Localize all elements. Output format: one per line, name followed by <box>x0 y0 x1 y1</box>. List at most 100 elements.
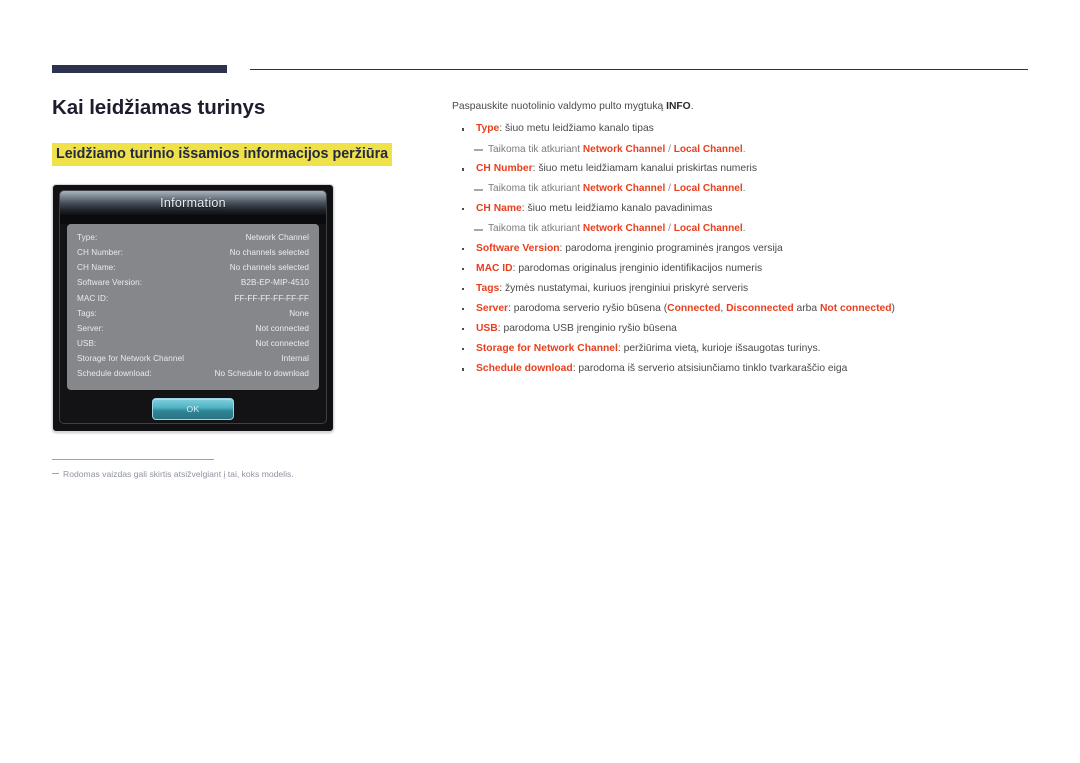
tv-info-row: Storage for Network Channel Internal <box>77 351 309 366</box>
subnote-prefix-text: Taikoma tik atkuriant <box>488 183 583 195</box>
bullet-term: Software Version <box>476 242 560 254</box>
tv-info-row-label: Tags: <box>77 308 97 318</box>
status-close-paren: ) <box>891 302 895 314</box>
subnote-suffix: . <box>742 183 746 195</box>
footnote-dash-icon <box>52 473 59 475</box>
intro-text-after: . <box>690 101 694 112</box>
tv-info-row: MAC ID: FF-FF-FF-FF-FF-FF <box>77 291 309 306</box>
bullet-description: : šiuo metu leidžiamam kanalui priskirta… <box>532 163 757 175</box>
right-column: Paspauskite nuotolinio valdymo pulto myg… <box>452 99 1042 379</box>
tv-info-row-value: Internal <box>281 353 309 363</box>
tv-info-row: CH Number: No channels selected <box>77 246 309 261</box>
bullet-term: Schedule download <box>476 363 573 375</box>
bullet-description: : parodoma įrenginio programinės įrangos… <box>559 242 783 254</box>
tv-dialog-title: Information <box>160 195 226 210</box>
feature-bullet-item: Software Version: parodoma įrenginio pro… <box>452 239 1042 259</box>
subnote-keyword-local-channel: Local Channel <box>673 223 743 235</box>
subnote-separator: / <box>665 143 674 155</box>
tv-info-row-value: Not connected <box>255 323 309 333</box>
tv-dialog-info-panel: Type: Network Channel CH Number: No channel… <box>67 223 319 390</box>
tv-info-row: USB: Not connected <box>77 336 309 351</box>
tv-dialog-frame: Information Type: Network Channel CH Numbe… <box>59 189 327 424</box>
bullet-square-icon <box>462 287 465 291</box>
tv-info-row-label: USB: <box>77 338 97 348</box>
tv-info-row-label: Server: <box>77 323 104 333</box>
header-rule-thin-line <box>250 69 1028 71</box>
bullet-description: : šiuo metu leidžiamo kanalo tipas <box>499 123 654 135</box>
tv-info-row: Software Version: B2B-EP-MIP-4510 <box>77 276 309 291</box>
section-title: Leidžiamo turinio išsamios informacijos … <box>52 142 393 166</box>
bullet-square-icon <box>462 128 465 131</box>
feature-bullet-item-server: Server: parodoma serverio ryšio būsena (… <box>452 299 1042 319</box>
intro-paragraph: Paspauskite nuotolinio valdymo pulto myg… <box>452 99 1042 114</box>
tv-info-row-label: Software Version: <box>77 278 143 288</box>
status-keyword-disconnected: Disconnected <box>726 302 794 314</box>
bullet-square-icon <box>462 207 465 211</box>
feature-bullet-list: Type: šiuo metu leidžiamo kanalo tipas Ta… <box>452 119 1042 379</box>
bullet-term: Tags <box>476 282 500 294</box>
bullet-term: MAC ID <box>476 262 513 274</box>
footnote-block: Rodomas vaizdas gali skirtis atsižvelgia… <box>52 459 432 480</box>
tv-info-row-label: MAC ID: <box>77 293 109 303</box>
tv-info-row-label: CH Number: <box>77 248 123 258</box>
footnote-divider <box>52 459 214 460</box>
bullet-description: : žymės nustatymai, kuriuos įrenginiui p… <box>499 282 749 294</box>
subnote-dash-icon <box>474 149 483 152</box>
subnote-suffix: . <box>742 143 746 155</box>
tv-info-row: CH Name: No channels selected <box>77 261 309 276</box>
bullet-description: : peržiūrima vietą, kurioje išsaugotas t… <box>617 343 821 355</box>
bullet-term: Server <box>476 302 509 314</box>
tv-dialog-footer: OK <box>60 389 326 423</box>
tv-dialog-titlebar: Information <box>60 190 326 216</box>
subnote-keyword-network-channel: Network Channel <box>582 223 666 235</box>
feature-bullet-item: CH Name: šiuo metu leidžiamo kanalo pava… <box>452 199 1042 219</box>
tv-info-row-value: No channels selected <box>229 248 309 258</box>
bullet-square-icon <box>462 328 465 331</box>
bullet-square-icon <box>462 307 465 311</box>
left-column: Kai leidžiamas turinys Leidžiamo turinio… <box>52 96 422 432</box>
subnote-separator: / <box>665 183 674 195</box>
bullet-square-icon <box>462 168 465 171</box>
subnote-keyword-local-channel: Local Channel <box>673 143 743 155</box>
feature-bullet-item: Type: šiuo metu leidžiamo kanalo tipas <box>452 119 1042 139</box>
status-conjunction: arba <box>793 302 820 314</box>
feature-bullet-item: CH Number: šiuo metu leidžiamam kanalui … <box>452 159 1042 179</box>
subnote-dash-icon <box>474 228 483 231</box>
status-keyword-not-connected: Not connected <box>820 302 892 314</box>
tv-info-row: Server: Not connected <box>77 321 309 336</box>
subnote-dash-icon <box>474 188 483 191</box>
feature-bullet-item: Tags: žymės nustatymai, kuriuos įrengini… <box>452 279 1042 299</box>
tv-info-row-value: No Schedule to download <box>214 368 309 378</box>
tv-info-row-label: Type: <box>77 233 98 243</box>
tv-info-row-value: FF-FF-FF-FF-FF-FF <box>234 293 309 303</box>
subnote-keyword-local-channel: Local Channel <box>673 183 743 195</box>
subnote-keyword-network-channel: Network Channel <box>582 183 666 195</box>
bullet-square-icon <box>462 348 465 351</box>
tv-dialog-ok-button[interactable]: OK <box>152 397 234 420</box>
feature-bullet-item: Schedule download: parodoma iš serverio … <box>452 359 1042 379</box>
tv-information-dialog-screenshot: Information Type: Network Channel CH Numbe… <box>52 183 334 432</box>
subnote-prefix-text: Taikoma tik atkuriant <box>488 223 583 235</box>
tv-info-row-value: None <box>289 308 309 318</box>
tv-info-row-label: Storage for Network Channel <box>77 353 184 363</box>
bullet-term: CH Name <box>476 202 522 214</box>
intro-text-before: Paspauskite nuotolinio valdymo pulto myg… <box>452 101 667 112</box>
bullet-term: Type <box>476 123 500 135</box>
bullet-square-icon <box>462 267 465 271</box>
bullet-subnote: Taikoma tik atkuriant Network Channel / … <box>452 179 1042 199</box>
bullet-description: : parodomas originalus įrenginio identif… <box>512 262 763 274</box>
tv-dialog-titlebar-shadow <box>60 215 326 224</box>
bullet-term: CH Number <box>476 163 533 175</box>
subnote-suffix: . <box>742 223 746 235</box>
bullet-subnote: Taikoma tik atkuriant Network Channel / … <box>452 219 1042 239</box>
footnote-text: Rodomas vaizdas gali skirtis atsižvelgia… <box>63 469 294 479</box>
tv-info-row: Type: Network Channel <box>77 231 309 246</box>
bullet-description: : šiuo metu leidžiamo kanalo pavadinimas <box>521 202 713 214</box>
header-rule <box>52 65 1028 75</box>
bullet-square-icon <box>462 247 465 251</box>
tv-info-row-value: B2B-EP-MIP-4510 <box>240 278 309 288</box>
header-rule-thick-bar <box>52 65 227 73</box>
subnote-keyword-network-channel: Network Channel <box>582 143 666 155</box>
tv-info-row-value: Network Channel <box>245 233 309 243</box>
tv-info-row-value: Not connected <box>255 338 309 348</box>
